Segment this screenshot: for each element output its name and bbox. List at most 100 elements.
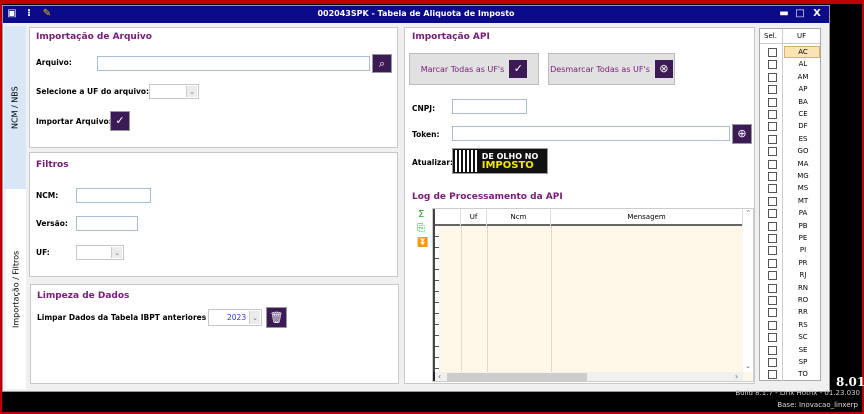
column-ncm[interactable]: Ncm [487,209,551,226]
uf-row-ma[interactable]: MA [760,158,820,170]
uf-checkbox[interactable] [768,320,777,330]
scroll-left-icon[interactable]: ‹ [438,372,441,381]
uf-file-select[interactable]: ⌄ [149,84,199,99]
uf-checkbox[interactable] [768,48,777,57]
uf-checkbox[interactable] [768,172,777,181]
uf-checkbox[interactable] [768,97,777,107]
button-label: Desmarcar Todas as UF's [550,64,650,74]
version-number: 8.01 [836,375,864,389]
tab-ncm-nbs[interactable]: NCM / NBS [4,26,26,189]
scroll-right-icon[interactable]: › [735,372,738,381]
uf-row-ms[interactable]: MS [760,182,820,194]
column-uf[interactable]: Uf [461,209,487,226]
uf-row-ce[interactable]: CE [760,108,820,120]
mark-all-button[interactable]: Marcar Todas as UF's ✓ [409,53,539,85]
uf-row-mt[interactable]: MT [760,195,820,207]
uf-checkbox[interactable] [768,345,777,355]
horizontal-scrollbar[interactable]: ‹ › [433,372,743,381]
uf-row-es[interactable]: ES [760,133,820,145]
vertical-scrollbar[interactable]: ⌃ ⌄ [743,209,753,372]
uf-row-df[interactable]: DF [760,120,820,132]
uf-row-pe[interactable]: PE [760,232,820,244]
expand-down-icon[interactable]: ⏬ [417,238,428,248]
uf-checkbox[interactable] [768,184,777,194]
search-file-button[interactable]: ⌕ [372,54,392,73]
cnpj-label: CNPJ: [412,104,436,113]
uf-checkbox[interactable] [768,85,777,95]
web-button[interactable]: ⊕ [732,124,752,144]
uf-row-pr[interactable]: PR [760,257,820,269]
uf-row-al[interactable]: AL [760,58,820,70]
version-input[interactable] [76,216,138,231]
uf-row-rj[interactable]: RJ [760,269,820,281]
uf-checkbox[interactable] [768,221,777,231]
cleanup-panel: Limpeza de Dados Limpar Dados da Tabela … [30,284,399,384]
uf-row-ba[interactable]: BA [760,96,820,108]
uf-filter-select[interactable]: ⌄ [76,245,124,260]
delete-button[interactable]: 🗑 [266,307,287,328]
uf-row-ap[interactable]: AP [760,83,820,95]
uf-checkbox[interactable] [768,283,777,293]
maximize-button[interactable]: □ [794,8,806,20]
uf-checkbox[interactable] [768,122,777,132]
uf-row-go[interactable]: GO [760,145,820,157]
uf-checkbox[interactable] [768,209,777,219]
uf-row-pb[interactable]: PB [760,220,820,232]
uf-row-am[interactable]: AM [760,71,820,83]
file-input[interactable] [97,56,370,71]
year-select[interactable]: 2023 ⌄ [208,309,262,326]
uf-checkbox[interactable] [768,72,777,82]
tab-importacao-filtros[interactable]: Importação / Filtros [6,189,26,389]
uf-row-rn[interactable]: RN [760,282,820,294]
uf-checkbox[interactable] [768,110,777,119]
import-file-button[interactable]: ✓ [110,111,130,131]
uf-row-ro[interactable]: RO [760,294,820,306]
uf-row-ac[interactable]: AC [760,46,820,58]
uf-row-sp[interactable]: SP [760,356,820,368]
uf-row-rr[interactable]: RR [760,306,820,318]
uf-checkbox[interactable] [768,60,777,70]
uf-row-sc[interactable]: SC [760,331,820,343]
unmark-all-button[interactable]: Desmarcar Todas as UF's ⊗ [548,53,675,85]
scroll-up-icon[interactable]: ⌃ [746,209,752,217]
uf-checkbox[interactable] [768,147,777,157]
ncm-input[interactable] [76,188,151,203]
uf-row-mg[interactable]: MG [760,170,820,182]
close-button[interactable]: X [811,8,823,20]
scroll-down-icon[interactable]: ⌄ [745,362,751,370]
uf-row-se[interactable]: SE [760,344,820,356]
uf-checkbox[interactable] [768,296,777,305]
export-icon[interactable]: ⎘ [417,223,425,234]
file-label: Arquivo: [36,58,72,67]
uf-checkbox[interactable] [768,370,777,380]
uf-checkbox[interactable] [768,271,777,281]
de-olho-no-imposto-button[interactable]: DE OLHO NO IMPOSTO [452,148,548,174]
uf-checkbox[interactable] [768,358,777,367]
uf-checkbox[interactable] [768,196,777,206]
uf-row-to[interactable]: TO [760,368,820,380]
cleanup-label: Limpar Dados da Tabela IBPT anteriores a… [37,313,217,322]
uf-code: AL [798,60,808,69]
scroll-thumb[interactable] [447,373,587,381]
uf-code: SE [798,345,808,354]
cnpj-input[interactable] [452,99,527,114]
uf-code: RS [798,320,808,329]
minimize-button[interactable]: ▬ [778,8,790,20]
uf-checkbox[interactable] [768,308,777,318]
column-mensagem[interactable]: Mensagem [551,209,743,226]
token-input[interactable] [452,126,730,141]
uf-checkbox[interactable] [768,234,777,243]
uf-row-pi[interactable]: PI [760,244,820,256]
build-info: Build 8.1.7 - Linx Hotfix - 01.23.030 [735,389,860,397]
uf-checkbox[interactable] [768,246,777,256]
sum-icon[interactable]: Σ [418,209,424,220]
uf-checkbox[interactable] [768,134,777,144]
ncm-label: NCM: [36,191,59,200]
uf-checkbox[interactable] [768,333,777,343]
tab-label: NCM / NBS [10,86,20,129]
uf-checkbox[interactable] [768,258,777,268]
uf-checkbox[interactable] [768,159,777,169]
api-panel: Importação API Marcar Todas as UF's ✓ Des… [404,27,755,384]
uf-row-pa[interactable]: PA [760,207,820,219]
uf-row-rs[interactable]: RS [760,319,820,331]
